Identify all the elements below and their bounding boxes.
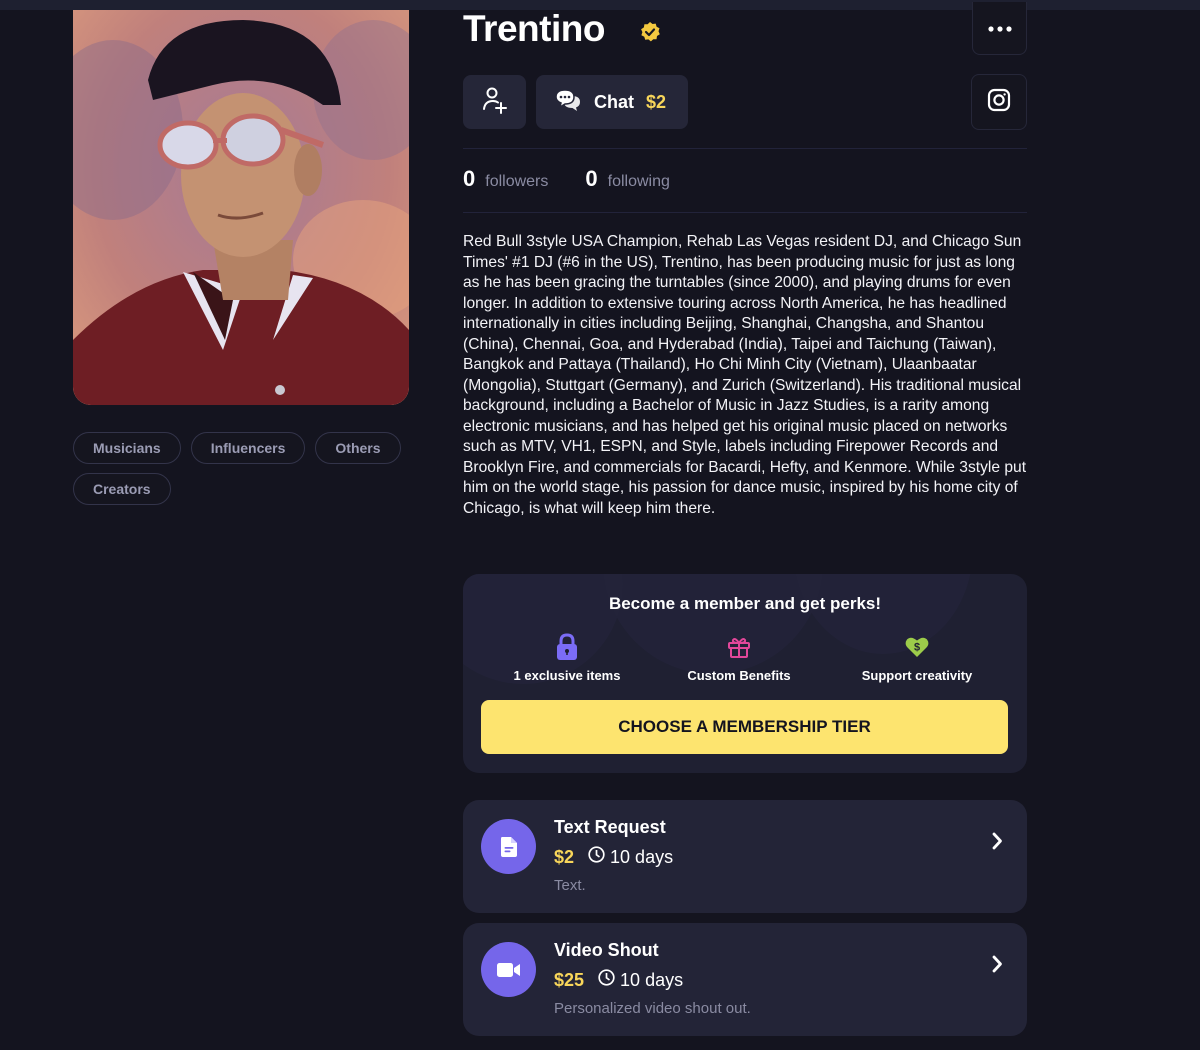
portrait-illustration bbox=[73, 10, 409, 405]
follow-stats: 0 followers 0 following bbox=[463, 166, 707, 192]
service-price: $25 bbox=[554, 969, 585, 990]
membership-panel: Become a member and get perks! 1 exclusi… bbox=[463, 574, 1027, 773]
perk-custom-benefits: Custom Benefits bbox=[654, 632, 824, 683]
followers-count: 0 bbox=[463, 166, 476, 191]
service-meta: $2 10 days bbox=[554, 846, 673, 868]
instagram-icon bbox=[987, 88, 1011, 117]
perk-label: Support creativity bbox=[861, 668, 973, 683]
verified-badge-icon bbox=[639, 21, 661, 43]
profile-photo bbox=[73, 10, 409, 405]
perk-support-creativity: $ Support creativity bbox=[832, 632, 1002, 683]
tag-influencers[interactable]: Influencers bbox=[190, 432, 306, 464]
tag-creators[interactable]: Creators bbox=[73, 473, 171, 505]
service-card-text-request[interactable]: Text Request $2 10 days Text. bbox=[463, 800, 1027, 913]
profile-bio: Red Bull 3style USA Champion, Rehab Las … bbox=[463, 233, 1027, 517]
lock-icon bbox=[482, 632, 652, 662]
choose-membership-tier-button[interactable]: CHOOSE A MEMBERSHIP TIER bbox=[481, 700, 1008, 754]
following-count: 0 bbox=[585, 166, 598, 191]
follow-button[interactable] bbox=[463, 75, 526, 129]
perk-label: 1 exclusive items bbox=[513, 668, 621, 683]
divider bbox=[463, 148, 1027, 149]
chat-button[interactable]: Chat $2 bbox=[536, 75, 688, 129]
following-label[interactable]: following bbox=[608, 173, 670, 191]
perk-exclusive-items: 1 exclusive items bbox=[482, 632, 652, 683]
instagram-link-button[interactable] bbox=[971, 74, 1027, 130]
chevron-right-icon[interactable] bbox=[991, 832, 1003, 855]
chat-price: $2 bbox=[646, 91, 667, 112]
service-title: Video Shout bbox=[554, 940, 659, 960]
heart-dollar-icon: $ bbox=[832, 632, 1002, 662]
membership-title: Become a member and get perks! bbox=[608, 594, 882, 613]
divider bbox=[463, 212, 1027, 213]
service-duration: 10 days bbox=[620, 969, 684, 990]
user-plus-icon bbox=[481, 86, 509, 119]
ellipsis-icon bbox=[987, 19, 1012, 37]
video-camera-icon bbox=[481, 942, 536, 997]
service-duration: 10 days bbox=[610, 846, 674, 867]
svg-text:$: $ bbox=[914, 642, 920, 654]
service-description: Text. bbox=[554, 877, 586, 894]
service-card-video-shout[interactable]: Video Shout $25 10 days Personalized vid… bbox=[463, 923, 1027, 1036]
service-price: $2 bbox=[554, 846, 575, 867]
perk-label: Custom Benefits bbox=[687, 668, 791, 683]
tag-musicians[interactable]: Musicians bbox=[73, 432, 181, 464]
more-options-button[interactable] bbox=[972, 2, 1027, 55]
gift-icon bbox=[654, 632, 824, 662]
clock-icon bbox=[598, 969, 615, 991]
document-icon bbox=[481, 819, 536, 874]
service-description: Personalized video shout out. bbox=[554, 1000, 751, 1017]
profile-name: Trentino bbox=[463, 8, 605, 49]
tag-others[interactable]: Others bbox=[315, 432, 401, 464]
chat-bubbles-icon bbox=[555, 88, 581, 117]
service-meta: $25 10 days bbox=[554, 969, 683, 991]
chevron-right-icon[interactable] bbox=[991, 955, 1003, 978]
followers-label[interactable]: followers bbox=[485, 173, 548, 191]
chat-label: Chat bbox=[594, 91, 634, 112]
service-title: Text Request bbox=[554, 817, 666, 837]
category-tags: Musicians Influencers Others Creators bbox=[73, 432, 403, 505]
clock-icon bbox=[588, 846, 605, 868]
